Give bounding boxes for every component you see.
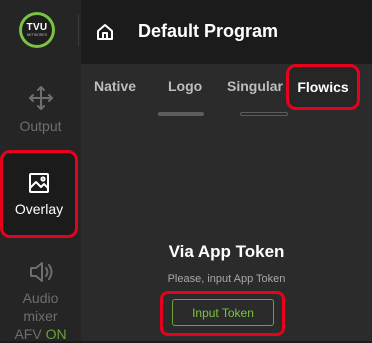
afv-status[interactable]: ON [46, 326, 67, 342]
afv-label: AFV [14, 326, 42, 342]
header-divider [78, 14, 79, 46]
tab-logo[interactable]: Logo [168, 78, 202, 94]
sidebar-item-label: Audio [22, 290, 59, 306]
sidebar-item-audio-mixer[interactable]: Audio mixer AFV ON [0, 258, 81, 343]
logo-subtext: NETWORKS [26, 32, 48, 37]
tab-flowics[interactable]: Flowics [286, 64, 360, 110]
speaker-icon [27, 258, 55, 286]
main-panel: Native Logo Singular Flowics Via App Tok… [81, 64, 372, 341]
tvu-logo: TVU NETWORKS [19, 12, 55, 48]
input-token-button[interactable]: Input Token [172, 299, 274, 326]
tabs-scroll-indicator[interactable] [158, 112, 204, 116]
audio-mixer-label: Audio mixer AFV ON [14, 289, 66, 343]
page-title: Default Program [138, 21, 279, 41]
home-icon[interactable] [95, 22, 115, 47]
section-subtitle: Please, input App Token [167, 273, 286, 285]
output-icon [27, 84, 55, 112]
sidebar-item-output[interactable]: Output [0, 84, 81, 134]
sidebar-item-label: mixer [23, 308, 58, 324]
sidebar-item-label: Output [19, 118, 62, 134]
overlay-tabs: Native Logo Singular Flowics [81, 64, 372, 112]
logo-text: TVU [26, 21, 48, 33]
header: Default Program [81, 0, 372, 64]
tab-singular[interactable]: Singular [227, 78, 283, 94]
sidebar-item-label: Overlay [14, 201, 64, 217]
sidebar: TVU NETWORKS Output Overlay Audio mixer … [0, 0, 81, 343]
tab-native[interactable]: Native [94, 78, 136, 94]
tabs-scroll-indicator-secondary[interactable] [240, 112, 288, 116]
section-title: Via App Token [168, 242, 285, 261]
sidebar-item-overlay[interactable]: Overlay [0, 150, 78, 238]
overlay-icon [27, 171, 51, 195]
